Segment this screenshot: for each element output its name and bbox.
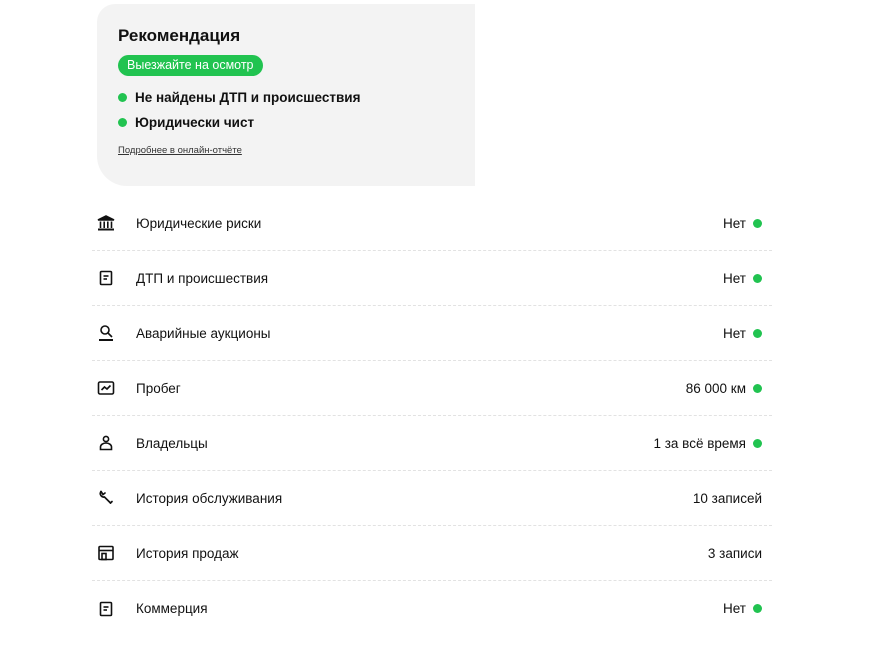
report-page: Рекомендация Выезжайте на осмотр Не найд… — [0, 0, 894, 670]
row-value: 86 000 км — [685, 380, 746, 396]
green-dot-icon — [118, 93, 127, 102]
row-value-group: 1 за всё время — [653, 436, 772, 451]
status-ok-icon — [753, 273, 762, 283]
row-legal-risks[interactable]: Юридические риски Нет — [92, 196, 772, 251]
row-label: Юридические риски — [136, 215, 262, 231]
status-ok-icon — [753, 328, 762, 338]
row-label: Пробег — [136, 380, 181, 396]
document-icon — [92, 267, 122, 289]
status-ok-icon — [753, 438, 762, 448]
row-value-group: Нет — [723, 216, 772, 231]
row-label: ДТП и происшествия — [136, 270, 269, 286]
person-icon — [92, 432, 122, 454]
row-owners[interactable]: Владельцы 1 за всё время — [92, 416, 772, 471]
fact-item: Юридически чист — [118, 110, 475, 135]
row-label: Владельцы — [136, 435, 208, 451]
status-ok-icon — [753, 218, 762, 228]
row-value: 1 за всё время — [653, 435, 746, 451]
row-value-group: Нет — [723, 271, 772, 286]
row-label: История продаж — [136, 545, 239, 561]
fact-item: Не найдены ДТП и происшествия — [118, 85, 475, 110]
recommendation-badge: Выезжайте на осмотр — [118, 55, 263, 76]
row-label: Аварийные аукционы — [136, 325, 271, 341]
row-value-group: Нет — [723, 326, 772, 341]
bank-icon — [92, 212, 122, 234]
row-value-group: 3 записи — [708, 546, 772, 561]
row-value: Нет — [723, 601, 746, 616]
row-value-group: Нет — [723, 601, 772, 616]
recommendation-title: Рекомендация — [118, 26, 241, 45]
report-sections-list: Юридические риски Нет ДТП и происшествия… — [92, 196, 772, 636]
row-value: Нет — [723, 325, 746, 341]
row-label: История обслуживания — [136, 490, 283, 506]
row-value: 3 записи — [707, 545, 762, 561]
row-label: Коммерция — [136, 601, 208, 616]
row-value: Нет — [723, 270, 746, 286]
recommendation-facts: Не найдены ДТП и происшествия Юридически… — [118, 85, 475, 135]
wrench-icon — [92, 487, 122, 509]
fact-text: Юридически чист — [135, 115, 255, 130]
row-auctions[interactable]: Аварийные аукционы Нет — [92, 306, 772, 361]
row-value-group: 10 записей — [693, 491, 772, 506]
fact-text: Не найдены ДТП и происшествия — [135, 90, 361, 105]
row-sales-history[interactable]: История продаж 3 записи — [92, 526, 772, 581]
status-ok-icon — [753, 604, 762, 613]
recommendation-card: Рекомендация Выезжайте на осмотр Не найд… — [97, 4, 475, 186]
chart-icon — [92, 377, 122, 399]
status-ok-icon — [753, 383, 762, 393]
online-report-link[interactable]: Подробнее в онлайн-отчёте — [118, 145, 242, 156]
store-icon — [92, 542, 122, 564]
row-commercial[interactable]: Коммерция Нет — [92, 581, 772, 636]
row-value: Нет — [723, 215, 746, 231]
row-value-group: 86 000 км — [686, 381, 772, 396]
row-service-history[interactable]: История обслуживания 10 записей — [92, 471, 772, 526]
row-accidents[interactable]: ДТП и происшествия Нет — [92, 251, 772, 306]
document-icon — [92, 598, 122, 620]
gavel-icon — [92, 322, 122, 344]
row-mileage[interactable]: Пробег 86 000 км — [92, 361, 772, 416]
row-value: 10 записей — [692, 490, 762, 506]
green-dot-icon — [118, 118, 127, 127]
